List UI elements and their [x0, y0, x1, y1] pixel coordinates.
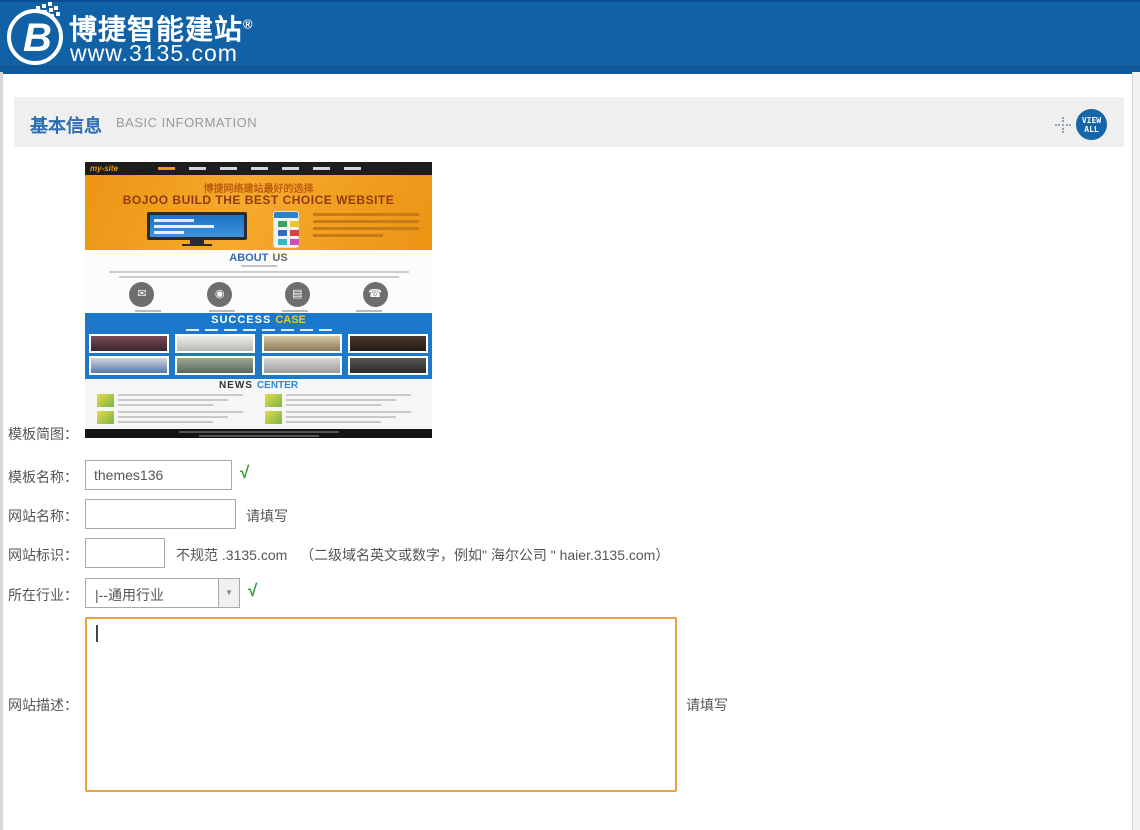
email-icon: ✉ [129, 282, 154, 307]
preview-news-section: NEWSCENTER [85, 379, 432, 429]
section-subtitle: BASIC INFORMATION [116, 115, 257, 130]
logo-pixel-dots-icon [36, 6, 40, 10]
header-bottom-band [0, 66, 1140, 74]
preview-navbar: my-site [85, 162, 432, 175]
template-name-input[interactable] [85, 460, 232, 490]
industry-valid-check: √ [248, 581, 257, 601]
preview-success-section: SUCCESSCASE [85, 313, 432, 379]
page: B 博捷智能建站® www.3135.com 基本信息 BASIC INFORM… [0, 0, 1140, 830]
text-cursor [96, 625, 98, 642]
preview-monitor-graphic [147, 212, 247, 240]
preview-about-section: ABOUTUS ✉ ◉ ▤ ☎ [85, 250, 432, 313]
preview-hero: 博捷网络建站最好的选择 BOJOO BUILD THE BEST CHOICE … [85, 175, 432, 250]
site-id-hint2: （二级域名英文或数字，例如" 海尔公司 " haier.3135.com） [300, 545, 669, 565]
view-all-button[interactable]: VIEWALL [1076, 109, 1107, 140]
site-id-input[interactable] [85, 538, 165, 568]
industry-selected-value: |--通用行业 [95, 585, 164, 605]
preview-footer [85, 429, 432, 438]
preview-nav-items [158, 167, 361, 170]
section-title: 基本信息 [30, 112, 102, 138]
site-name-hint: 请填写 [246, 506, 288, 526]
preview-hero-paragraph [313, 213, 419, 241]
fax-icon: ▤ [285, 282, 310, 307]
preview-logo: my-site [90, 162, 118, 175]
template-preview-image: my-site 博捷网络建站最好的选择 BOJOO BUILD THE BEST… [85, 162, 432, 438]
thumb-label: 模板简图： [8, 424, 78, 444]
brand-url: www.3135.com [70, 40, 238, 67]
site-name-label: 网站名称： [8, 506, 78, 526]
site-id-label: 网站标识： [8, 545, 78, 565]
vertical-scrollbar[interactable] [1132, 72, 1140, 830]
template-name-valid-check: √ [240, 463, 249, 483]
crosshair-dots-icon[interactable] [1062, 124, 1064, 126]
template-name-label: 模板名称： [8, 467, 78, 487]
site-id-hint1: 不规范 .3135.com [176, 545, 287, 565]
logo-letter: B [23, 15, 52, 61]
preview-phone-graphic [273, 211, 299, 248]
description-label: 网站描述： [8, 695, 78, 715]
app-header: B 博捷智能建站® www.3135.com [0, 0, 1140, 72]
description-hint: 请填写 [686, 695, 728, 715]
preview-hero-en: BOJOO BUILD THE BEST CHOICE WEBSITE [85, 193, 432, 207]
chevron-down-icon[interactable]: ▼ [218, 579, 239, 607]
description-textarea[interactable] [85, 617, 677, 792]
industry-select[interactable]: |--通用行业 ▼ [85, 578, 240, 608]
site-name-input[interactable] [85, 499, 236, 529]
location-icon: ◉ [207, 282, 232, 307]
phone-icon: ☎ [363, 282, 388, 307]
section-header: 基本信息 BASIC INFORMATION VIEWALL [14, 97, 1124, 147]
industry-label: 所在行业： [8, 585, 78, 605]
registered-mark: ® [243, 17, 254, 32]
left-page-edge [0, 72, 3, 830]
brand-logo-icon: B [7, 9, 63, 65]
